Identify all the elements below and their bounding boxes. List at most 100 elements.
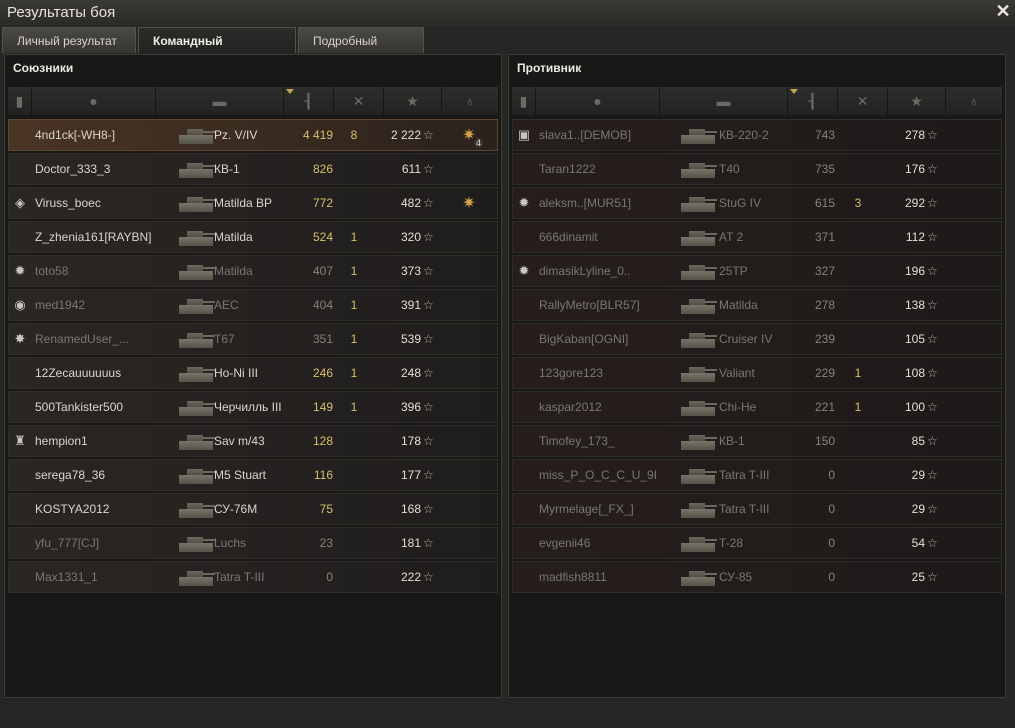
clan-badge-icon: ◉: [14, 297, 26, 312]
player-name: 12Zecauuuuuus: [35, 366, 122, 380]
player-row[interactable]: RallyMetro[BLR57] Matilda 278 138 ☆: [512, 289, 1002, 321]
tank-name: T67: [214, 332, 235, 346]
damage-value: 772: [312, 196, 333, 210]
damage-value: 351: [312, 332, 333, 346]
tank-name: Matilda: [719, 298, 758, 312]
player-icon[interactable]: ●: [32, 87, 156, 115]
player-row[interactable]: ✹ aleksm..[MUR51] StuG IV 615 3 292 ☆: [512, 187, 1002, 219]
player-row[interactable]: Taran1222 T40 735 176 ☆: [512, 153, 1002, 185]
star-icon: ☆: [423, 128, 434, 142]
enemies-column-header: ▮ ● ▬ ┨ ✕ ★ ♁: [512, 87, 1002, 115]
squad-icon[interactable]: ▮: [8, 87, 32, 115]
player-row[interactable]: Max1331_1 Tatra T-III 0 222 ☆: [8, 561, 498, 593]
clan-badge-icon: ♜: [14, 433, 26, 448]
player-row[interactable]: ◈ Viruss_boec Matilda BP 772 482 ☆ ✷: [8, 187, 498, 219]
player-row[interactable]: ✸ RenamedUser_... T67 351 1 539 ☆: [8, 323, 498, 355]
title-bar[interactable]: Результаты боя ✕: [0, 0, 1015, 26]
tank-icon: [673, 294, 717, 318]
damage-value: 239: [814, 332, 835, 346]
tank-icon: [171, 362, 215, 386]
player-row[interactable]: 12Zecauuuuuus Ho-Ni III 246 1 248 ☆: [8, 357, 498, 389]
medal-icon[interactable]: ♁: [442, 87, 498, 115]
star-icon: ☆: [423, 264, 434, 278]
player-row[interactable]: serega78_36 M5 Stuart 116 177 ☆: [8, 459, 498, 491]
medal-icon[interactable]: ♁: [946, 87, 1002, 115]
player-name: dimasikLyline_0..: [539, 264, 631, 278]
player-name: 500Tankister500: [35, 400, 124, 414]
tab-team-result[interactable]: Командный результат: [138, 27, 296, 74]
star-icon: ☆: [423, 162, 434, 176]
star-icon[interactable]: ★: [888, 87, 946, 115]
player-row[interactable]: yfu_777[CJ] Luchs 23 181 ☆: [8, 527, 498, 559]
star-icon: ☆: [423, 570, 434, 584]
tank-name: Pz. V/IV: [214, 128, 258, 142]
kills-icon[interactable]: ✕: [838, 87, 888, 115]
player-row[interactable]: ✹ toto58 Matilda 407 1 373 ☆: [8, 255, 498, 287]
experience-value: 292: [904, 196, 925, 210]
player-row[interactable]: 666dinamit AT 2 371 112 ☆: [512, 221, 1002, 253]
medal-icon[interactable]: ✷ 4: [459, 126, 483, 148]
damage-value: 407: [312, 264, 333, 278]
player-name: 4nd1ck[-WH8-]: [35, 128, 116, 142]
player-row[interactable]: 500Tankister500 Черчилль III 149 1 396 ☆: [8, 391, 498, 423]
medal-icon[interactable]: ✷: [459, 194, 479, 214]
tank-name: Chi-He: [719, 400, 757, 414]
kills-value: 3: [854, 196, 862, 210]
damage-icon[interactable]: ┨: [284, 87, 334, 115]
kills-icon[interactable]: ✕: [334, 87, 384, 115]
tank-name: T-28: [719, 536, 744, 550]
player-row[interactable]: madfish8811 СУ-85 0 25 ☆: [512, 561, 1002, 593]
tab-bar: Личный результат Командный результат Под…: [2, 27, 426, 74]
experience-value: 320: [400, 230, 421, 244]
star-icon: ☆: [927, 298, 938, 312]
experience-value: 611: [401, 162, 421, 176]
player-row[interactable]: kaspar2012 Chi-He 221 1 100 ☆: [512, 391, 1002, 423]
star-icon: ☆: [423, 400, 434, 414]
player-row[interactable]: ▣ slava1..[DEMOB] КВ-220-2 743 278 ☆: [512, 119, 1002, 151]
star-icon: ☆: [927, 400, 938, 414]
star-icon: ☆: [423, 536, 434, 550]
tank-icon: [171, 260, 215, 284]
experience-value: 85: [911, 434, 925, 448]
tank-icon: [171, 396, 215, 420]
damage-value: 116: [313, 468, 333, 482]
tank-icon[interactable]: ▬: [660, 87, 788, 115]
damage-value: 524: [312, 230, 333, 244]
experience-value: 29: [911, 468, 925, 482]
damage-value: 246: [312, 366, 333, 380]
player-row[interactable]: BigKaban[OGNI] Cruiser IV 239 105 ☆: [512, 323, 1002, 355]
tank-name: Ho-Ni III: [214, 366, 259, 380]
damage-icon[interactable]: ┨: [788, 87, 838, 115]
tank-name: Matilda: [214, 264, 253, 278]
player-row[interactable]: Myrmelage[_FX_] Tatra T-III 0 29 ☆: [512, 493, 1002, 525]
player-icon[interactable]: ●: [536, 87, 660, 115]
allies-title: Союзники: [13, 61, 74, 75]
player-row[interactable]: miss_P_O_C_C_U_9I Tatra T-III 0 29 ☆: [512, 459, 1002, 491]
kills-value: 1: [854, 400, 862, 414]
tab-personal-result[interactable]: Личный результат: [2, 27, 136, 53]
tank-icon: [673, 192, 717, 216]
player-row[interactable]: evgenii46 T-28 0 54 ☆: [512, 527, 1002, 559]
kills-value: 1: [350, 264, 358, 278]
close-icon[interactable]: ✕: [994, 2, 1012, 20]
tank-name: Valiant: [719, 366, 755, 380]
tank-icon[interactable]: ▬: [156, 87, 284, 115]
player-row[interactable]: 123gore123 Valiant 229 1 108 ☆: [512, 357, 1002, 389]
player-row[interactable]: KOSTYA2012 СУ-76М 75 168 ☆: [8, 493, 498, 525]
damage-value: 75: [319, 502, 333, 516]
player-row[interactable]: Doctor_333_3 КВ-1 826 611 ☆: [8, 153, 498, 185]
player-row[interactable]: 4nd1ck[-WH8-] Pz. V/IV 4 419 8 2 222 ☆ ✷ 4: [8, 119, 498, 151]
damage-value: 826: [312, 162, 333, 176]
experience-value: 108: [904, 366, 925, 380]
player-row[interactable]: Z_zhenia161[RAYBN] Matilda 524 1 320 ☆: [8, 221, 498, 253]
star-icon: ☆: [423, 332, 434, 346]
squad-icon[interactable]: ▮: [512, 87, 536, 115]
player-row[interactable]: ◉ med1942 AEC 404 1 391 ☆: [8, 289, 498, 321]
player-row[interactable]: Timofey_173_ КВ-1 150 85 ☆: [512, 425, 1002, 457]
star-icon[interactable]: ★: [384, 87, 442, 115]
player-row[interactable]: ✹ dimasikLyline_0.. 25TP 327 196 ☆: [512, 255, 1002, 287]
player-row[interactable]: ♜ hempion1 Sav m/43 128 178 ☆: [8, 425, 498, 457]
player-name: serega78_36: [35, 468, 106, 482]
tab-detailed-report[interactable]: Подробный отчёт: [298, 27, 424, 74]
damage-value: 735: [814, 162, 835, 176]
